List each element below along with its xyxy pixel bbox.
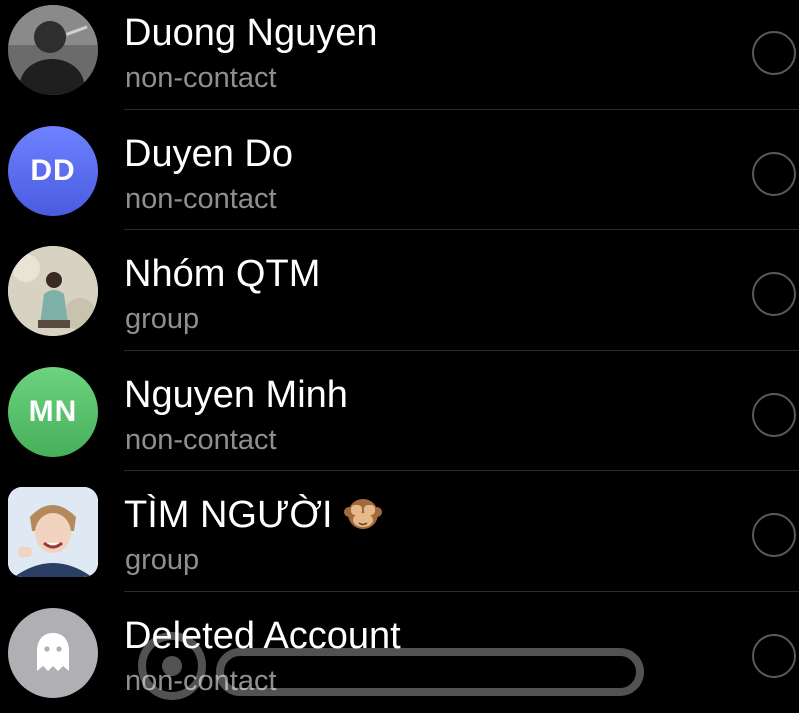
person-photo [8, 5, 98, 95]
contact-name: Duyen Do [124, 132, 293, 175]
list-item[interactable]: Deleted Account non-contact [0, 592, 799, 713]
contact-status: group [125, 303, 200, 336]
person-photo [8, 487, 98, 578]
select-radio[interactable] [752, 633, 796, 678]
contact-status: non-contact [125, 423, 277, 456]
contact-status: group [125, 544, 200, 577]
contact-status: non-contact [125, 664, 277, 697]
avatar: MN [8, 366, 98, 457]
contact-name: Nguyen Minh [124, 373, 348, 416]
list-item[interactable]: TÌM NGƯỜI group [0, 471, 799, 592]
list-item[interactable]: MN Nguyen Minh non-contact [0, 351, 799, 472]
avatar: DD [8, 125, 98, 216]
group-photo [8, 246, 98, 337]
select-radio[interactable] [752, 31, 796, 75]
contact-name: Nhóm QTM [124, 253, 321, 296]
avatar [8, 607, 98, 698]
contact-name: TÌM NGƯỜI [124, 493, 383, 543]
contact-status: non-contact [125, 62, 277, 94]
avatar-initials: DD [30, 153, 76, 187]
ghost-icon [37, 632, 69, 671]
contact-list: Duong Nguyen non-contact DD Duyen Do non… [0, 0, 799, 713]
select-radio[interactable] [752, 392, 796, 437]
avatar [8, 246, 98, 337]
avatar-initials: MN [28, 394, 78, 428]
select-radio[interactable] [752, 272, 796, 317]
list-item[interactable]: Nhóm QTM group [0, 230, 799, 351]
contact-name-text: TÌM NGƯỜI [124, 494, 333, 537]
contact-status: non-contact [125, 182, 277, 215]
see-no-evil-monkey-icon [343, 493, 383, 543]
contact-name: Deleted Account [124, 614, 401, 657]
list-item[interactable]: DD Duyen Do non-contact [0, 110, 799, 231]
select-radio[interactable] [752, 513, 796, 558]
avatar [8, 487, 98, 578]
contact-name: Duong Nguyen [124, 12, 378, 54]
avatar [8, 5, 98, 95]
list-item[interactable]: Duong Nguyen non-contact [0, 0, 799, 110]
select-radio[interactable] [752, 151, 796, 196]
